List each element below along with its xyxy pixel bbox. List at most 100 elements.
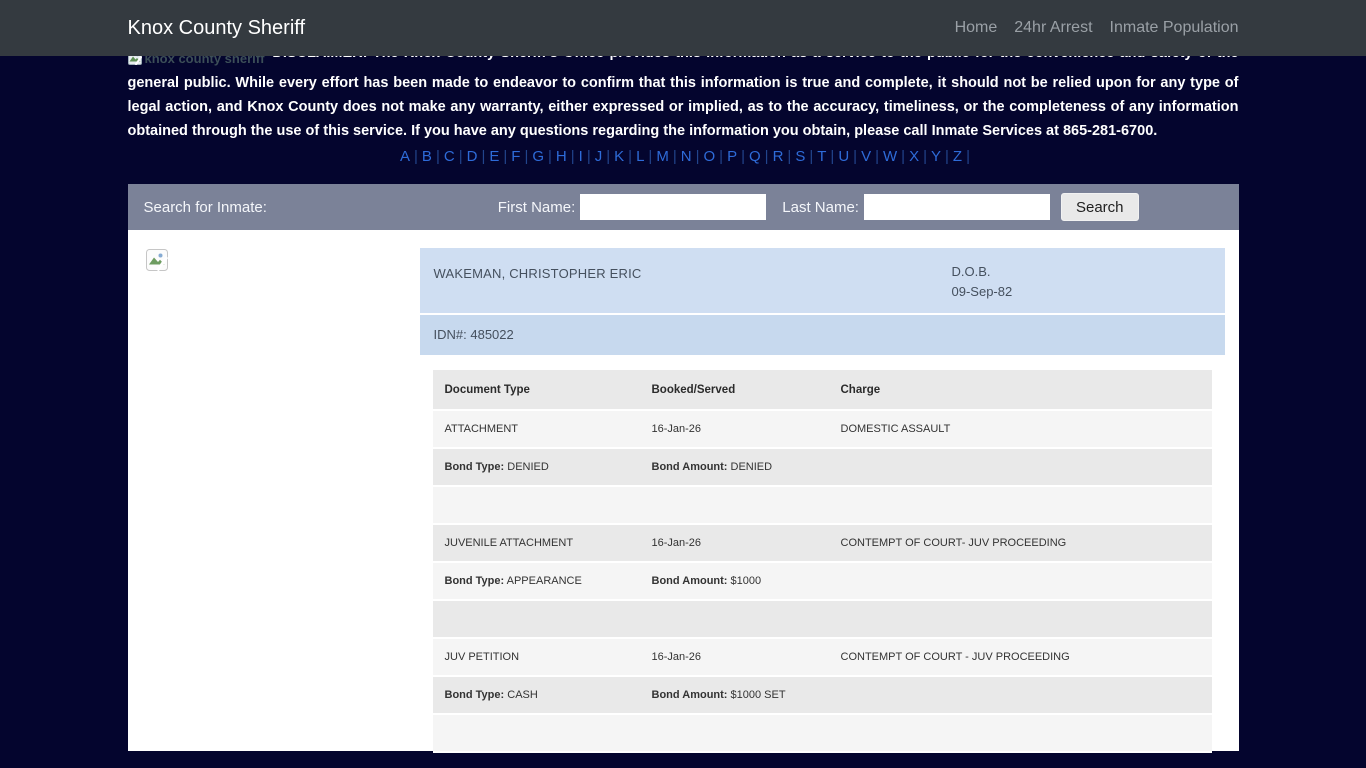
alphabet-letter-L[interactable]: L (632, 148, 648, 165)
search-button[interactable]: Search (1060, 193, 1139, 221)
dob-value: 09-Sep-82 (951, 284, 1013, 299)
alphabet-separator: | (966, 148, 970, 165)
inmate-header-panel: WAKEMAN, CHRISTOPHER ERIC D.O.B. 09-Sep-… (419, 248, 1225, 313)
bond-amount-cell: Bond Amount: $1000 SET (639, 676, 829, 715)
alphabet-letter-I[interactable]: I (575, 148, 587, 165)
bond-type-cell-label: Bond Type: (444, 575, 505, 587)
charges-table-header-row: Document Type Booked/Served Charge (432, 370, 1212, 411)
alphabet-letter-A[interactable]: A (396, 148, 414, 165)
charges-table: Document Type Booked/Served Charge ATTAC… (432, 370, 1212, 753)
alphabet-letter-Z[interactable]: Z (949, 148, 966, 165)
bond-amount-cell-label: Bond Amount: (651, 575, 728, 587)
search-title: Search for Inmate: (143, 198, 267, 216)
bond-type-cell-label: Bond Type: (444, 689, 505, 701)
spacer-cell (432, 600, 1212, 639)
alphabet-letter-O[interactable]: O (699, 148, 719, 165)
spacer-row (432, 486, 1212, 525)
alphabet-letter-K[interactable]: K (610, 148, 628, 165)
bond-row: Bond Type: DENIED Bond Amount: DENIED (432, 448, 1212, 487)
alphabet-letter-E[interactable]: E (485, 148, 503, 165)
alphabet-links: A | B | C | D | E | F | G | H | I | J | K | L | M | N | O | P | Q | R | S | T |… (128, 148, 1239, 165)
header-charge: Charge (828, 370, 1212, 411)
document-type-cell: JUV PETITION (432, 638, 640, 677)
last-name-input[interactable] (863, 194, 1050, 220)
header-document-type: Document Type (432, 370, 640, 411)
booked-served-cell: 16-Jan-26 (639, 638, 829, 677)
charge-cell: CONTEMPT OF COURT - JUV PROCEEDING (828, 638, 1212, 677)
alphabet-letter-J[interactable]: J (591, 148, 607, 165)
nav-link-inmate-population[interactable]: Inmate Population (1110, 19, 1239, 37)
alphabet-letter-R[interactable]: R (769, 148, 788, 165)
alphabet-letter-M[interactable]: M (652, 148, 673, 165)
bond-row: Bond Type: APPEARANCE Bond Amount: $1000 (432, 562, 1212, 601)
alphabet-letter-X[interactable]: X (905, 148, 923, 165)
charge-row: JUV PETITION 16-Jan-26 CONTEMPT OF COURT -… (432, 638, 1212, 677)
alphabet-letter-Y[interactable]: Y (927, 148, 945, 165)
charges-table-body: ATTACHMENT 16-Jan-26 DOMESTIC ASSAULT Bond … (432, 410, 1212, 753)
alphabet-letter-B[interactable]: B (418, 148, 436, 165)
document-type-cell: JUVENILE ATTACHMENT (432, 524, 640, 563)
alphabet-letter-H[interactable]: H (552, 148, 571, 165)
bond-amount-cell-label: Bond Amount: (651, 461, 728, 473)
charges-section: Document Type Booked/Served Charge ATTAC… (432, 370, 1212, 753)
bond-type-cell-label: Bond Type: (444, 461, 505, 473)
inmate-search-bar: Search for Inmate: First Name: Last Name… (127, 184, 1239, 230)
alphabet-letter-U[interactable]: U (834, 148, 853, 165)
disclaimer-section: knox county sheriffDISCLAIMER: The Knox … (127, 41, 1239, 165)
disclaimer-paragraph: knox county sheriffDISCLAIMER: The Knox … (127, 41, 1239, 143)
alphabet-letter-Q[interactable]: Q (745, 148, 765, 165)
last-name-label: Last Name: (782, 198, 859, 216)
header-booked-served: Booked/Served (639, 370, 829, 411)
navbar-brand[interactable]: Knox County Sheriff (128, 17, 306, 40)
top-navbar: Knox County Sheriff Home 24hr Arrest Inm… (0, 0, 1366, 56)
navbar-links: Home 24hr Arrest Inmate Population (955, 19, 1239, 37)
charge-cell: DOMESTIC ASSAULT (828, 410, 1212, 449)
bond-empty-cell (828, 676, 1212, 715)
bond-row: Bond Type: CASH Bond Amount: $1000 SET (432, 676, 1212, 715)
inmate-dob-block: D.O.B. 09-Sep-82 (952, 262, 1013, 302)
spacer-cell (432, 714, 1212, 753)
first-name-input[interactable] (580, 194, 767, 220)
bond-empty-cell (828, 562, 1212, 601)
bond-amount-cell-label: Bond Amount: (651, 689, 728, 701)
inmate-idn-panel: IDN#: 485022 (419, 315, 1225, 355)
nav-link-24hr-arrest[interactable]: 24hr Arrest (1014, 19, 1092, 37)
alphabet-letter-V[interactable]: V (857, 148, 875, 165)
search-form: First Name: Last Name: Search (498, 193, 1139, 221)
bond-type-cell: Bond Type: APPEARANCE (432, 562, 640, 601)
bond-type-cell: Bond Type: CASH (432, 676, 640, 715)
inmate-detail-card: WAKEMAN, CHRISTOPHER ERIC D.O.B. 09-Sep-… (419, 248, 1225, 753)
booked-served-cell: 16-Jan-26 (639, 524, 829, 563)
charge-row: ATTACHMENT 16-Jan-26 DOMESTIC ASSAULT (432, 410, 1212, 449)
first-name-label: First Name: (497, 198, 576, 216)
broken-mugshot-icon (145, 249, 168, 276)
spacer-row (432, 600, 1212, 639)
alphabet-letter-N[interactable]: N (677, 148, 696, 165)
spacer-cell (432, 486, 1212, 525)
inmate-name: WAKEMAN, CHRISTOPHER ERIC (433, 266, 642, 281)
idn-value: 485022 (470, 327, 514, 342)
alphabet-letter-D[interactable]: D (463, 148, 482, 165)
bond-amount-cell: Bond Amount: DENIED (639, 448, 829, 487)
bond-type-cell: Bond Type: DENIED (432, 448, 640, 487)
alphabet-letter-P[interactable]: P (723, 148, 741, 165)
alphabet-separator: | (458, 148, 463, 165)
alphabet-letter-F[interactable]: F (507, 148, 524, 165)
alphabet-letter-S[interactable]: S (791, 148, 809, 165)
alphabet-letter-W[interactable]: W (879, 148, 901, 165)
booked-served-cell: 16-Jan-26 (639, 410, 829, 449)
charge-row: JUVENILE ATTACHMENT 16-Jan-26 CONTEMPT OF … (432, 524, 1212, 563)
charge-cell: CONTEMPT OF COURT- JUV PROCEEDING (828, 524, 1212, 563)
nav-link-home[interactable]: Home (955, 19, 998, 37)
alphabet-letter-C[interactable]: C (440, 148, 459, 165)
idn-label: IDN#: (433, 327, 467, 342)
bond-amount-cell: Bond Amount: $1000 (639, 562, 829, 601)
spacer-row (432, 714, 1212, 753)
dob-label: D.O.B. (951, 264, 991, 279)
alphabet-letter-T[interactable]: T (813, 148, 830, 165)
document-type-cell: ATTACHMENT (432, 410, 640, 449)
content-area: WAKEMAN, CHRISTOPHER ERIC D.O.B. 09-Sep-… (127, 230, 1239, 753)
alphabet-letter-G[interactable]: G (528, 148, 548, 165)
bond-empty-cell (828, 448, 1212, 487)
disclaimer-text: DISCLAIMER: The Knox County Sheriff's Of… (127, 45, 1239, 139)
